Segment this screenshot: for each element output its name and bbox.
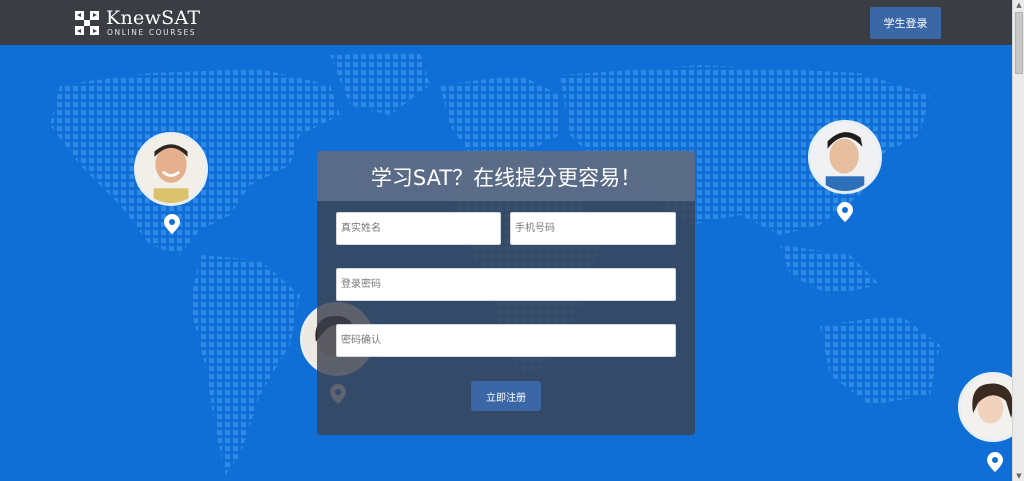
confirm-password-input[interactable] xyxy=(336,324,676,357)
scroll-up-arrow-icon[interactable]: ▲ xyxy=(1015,1,1023,9)
location-pin-icon xyxy=(837,202,853,222)
form-title: 学习SAT？在线提分更容易！ xyxy=(370,166,642,190)
logo-subtitle: ONLINE COURSES xyxy=(107,28,197,37)
registration-form-panel: 学习SAT？在线提分更容易！ 立即注册 xyxy=(317,151,695,435)
avatar xyxy=(808,120,882,194)
scroll-down-arrow-icon[interactable]: ▼ xyxy=(1015,472,1023,480)
login-password-input[interactable] xyxy=(336,268,676,301)
logo-icon xyxy=(75,11,99,35)
register-now-button[interactable]: 立即注册 xyxy=(471,381,541,411)
student-login-button[interactable]: 学生登录 xyxy=(870,7,941,39)
real-name-input[interactable] xyxy=(336,212,501,245)
avatar-boy-icon xyxy=(811,123,879,191)
location-pin-icon xyxy=(164,214,180,234)
top-navbar: KnewSAT ONLINE COURSES 学生登录 xyxy=(0,0,1012,45)
scrollbar-thumb[interactable] xyxy=(1015,12,1023,74)
location-pin-icon xyxy=(987,452,1003,472)
form-header: 学习SAT？在线提分更容易！ xyxy=(317,151,695,201)
avatar xyxy=(134,132,208,206)
avatar-boy-smiling-icon xyxy=(137,135,205,203)
phone-number-input[interactable] xyxy=(510,212,676,245)
logo-title: KnewSAT xyxy=(106,7,201,29)
vertical-scrollbar[interactable]: ▲ ▼ xyxy=(1012,0,1024,481)
